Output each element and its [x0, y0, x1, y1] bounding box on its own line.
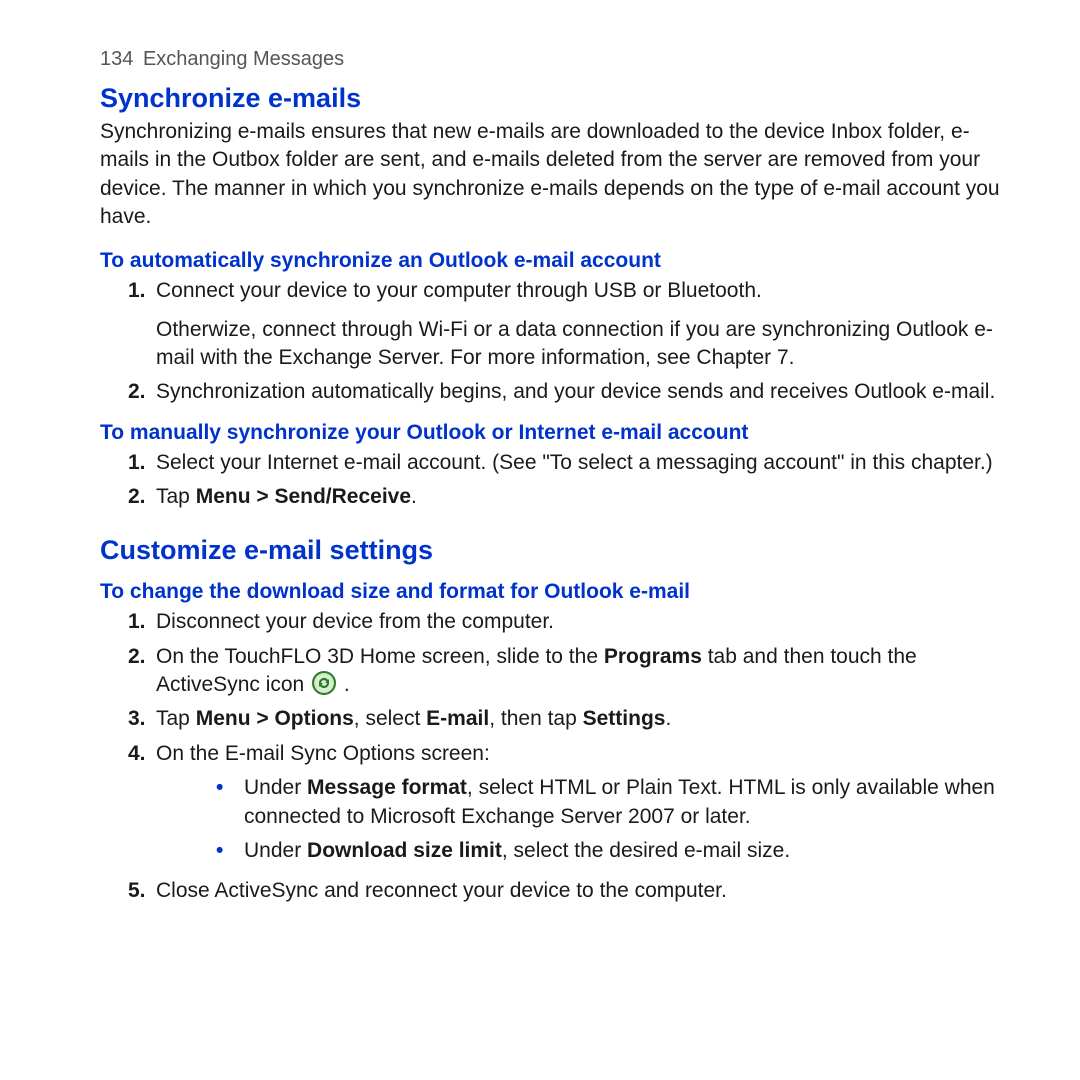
- page-header: 134 Exchanging Messages: [100, 48, 1000, 71]
- list-item: 1. Disconnect your device from the compu…: [100, 608, 1000, 636]
- section-intro: Synchronizing e-mails ensures that new e…: [100, 118, 1000, 231]
- subsection-heading: To change the download size and format f…: [100, 580, 1000, 604]
- chapter-title: Exchanging Messages: [143, 48, 344, 70]
- subsection-heading: To manually synchronize your Outlook or …: [100, 421, 1000, 445]
- list-item: 1. Select your Internet e-mail account. …: [100, 449, 1000, 477]
- manual-page: 134 Exchanging Messages Synchronize e-ma…: [0, 0, 1080, 1080]
- step-list: 1. Select your Internet e-mail account. …: [100, 449, 1000, 512]
- section-heading: Synchronize e-mails: [100, 83, 1000, 114]
- bullet-item: • Under Download size limit, select the …: [156, 837, 1000, 865]
- activesync-icon: [312, 671, 336, 695]
- list-item: 2. Synchronization automatically begins,…: [100, 378, 1000, 406]
- step-list: 1. Connect your device to your computer …: [100, 277, 1000, 406]
- list-item: 1. Connect your device to your computer …: [100, 277, 1000, 372]
- list-item: 3. Tap Menu > Options, select E-mail, th…: [100, 705, 1000, 733]
- bullet-list: • Under Message format, select HTML or P…: [156, 774, 1000, 865]
- bullet-item: • Under Message format, select HTML or P…: [156, 774, 1000, 831]
- list-item: 5. Close ActiveSync and reconnect your d…: [100, 877, 1000, 905]
- step-list: 1. Disconnect your device from the compu…: [100, 608, 1000, 905]
- section-heading: Customize e-mail settings: [100, 535, 1000, 566]
- page-number: 134: [100, 48, 133, 70]
- bullet-dot-icon: •: [216, 774, 244, 802]
- bullet-dot-icon: •: [216, 837, 244, 865]
- subsection-heading: To automatically synchronize an Outlook …: [100, 249, 1000, 273]
- list-item: 2. Tap Menu > Send/Receive.: [100, 483, 1000, 511]
- list-item: 2. On the TouchFLO 3D Home screen, slide…: [100, 643, 1000, 700]
- list-item: 4. On the E-mail Sync Options screen: • …: [100, 740, 1000, 871]
